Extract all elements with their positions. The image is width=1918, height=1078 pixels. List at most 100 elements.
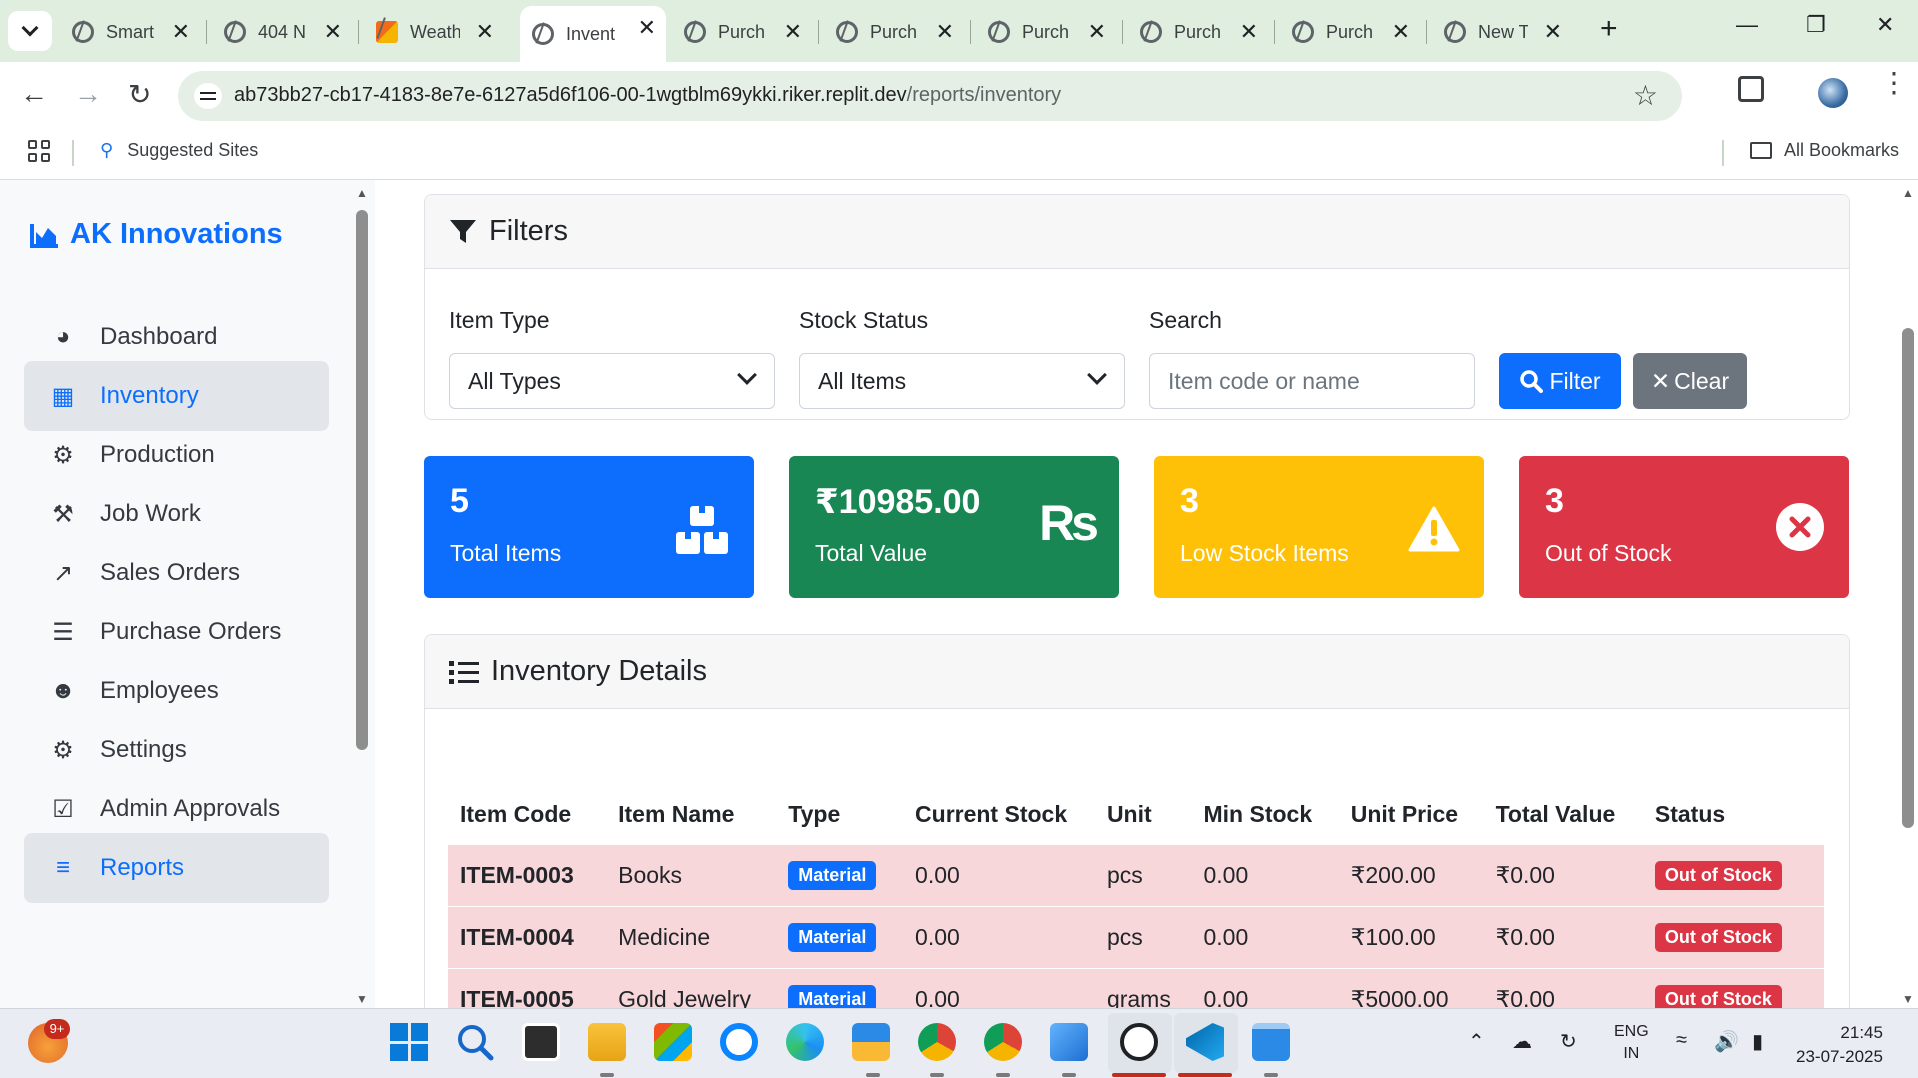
close-tab-icon[interactable]: ✕: [476, 19, 494, 45]
browser-tab[interactable]: Purch ✕: [672, 10, 812, 54]
browser-tab[interactable]: 404 N ✕: [212, 10, 352, 54]
language-indicator[interactable]: ENG IN: [1614, 1021, 1649, 1065]
scroll-down-icon[interactable]: ▼: [1902, 992, 1914, 1006]
wifi-icon[interactable]: ≈: [1676, 1029, 1687, 1052]
chrome-icon[interactable]: [918, 1023, 956, 1061]
list-icon: [449, 660, 479, 684]
notepad-icon[interactable]: [1252, 1023, 1290, 1061]
cell-total: ₹0.00: [1483, 843, 1643, 906]
sidebar-item-label: Production: [100, 441, 215, 468]
column-header[interactable]: Unit: [1095, 786, 1192, 844]
apps-grid-icon[interactable]: [28, 140, 50, 162]
browser-tab[interactable]: Purch ✕: [824, 10, 964, 54]
onedrive-icon[interactable]: ☁: [1512, 1029, 1532, 1054]
column-header[interactable]: Total Value: [1484, 786, 1643, 844]
table-row[interactable]: ITEM-0004 Medicine Material 0.00 pcs 0.00 ₹100…: [448, 905, 1824, 968]
browser-tab[interactable]: Purch ✕: [1128, 10, 1268, 54]
file-explorer-icon[interactable]: [588, 1023, 626, 1061]
store-icon[interactable]: [654, 1023, 692, 1061]
volume-icon[interactable]: 🔊: [1714, 1029, 1739, 1054]
new-tab-button[interactable]: +: [1600, 12, 1618, 46]
close-tab-icon[interactable]: ✕: [324, 19, 342, 45]
column-header[interactable]: Type: [776, 786, 903, 844]
task-view-icon[interactable]: [522, 1023, 560, 1061]
close-tab-icon[interactable]: ✕: [1088, 19, 1106, 45]
browser-tab[interactable]: Invent ✕: [520, 6, 666, 62]
page-scrollbar[interactable]: ▲ ▼: [1898, 180, 1918, 1008]
clock-date: 23-07-2025: [1796, 1047, 1883, 1066]
cell-min: 0.00: [1191, 905, 1339, 968]
scroll-up-icon[interactable]: ▲: [1902, 186, 1914, 200]
restore-button[interactable]: ❐: [1806, 12, 1826, 38]
bookmark-label: All Bookmarks: [1784, 140, 1900, 160]
clock[interactable]: 21:45 23-07-2025: [1796, 1021, 1883, 1069]
close-tab-icon[interactable]: ✕: [784, 19, 802, 45]
site-info-icon[interactable]: [194, 83, 222, 109]
reload-button[interactable]: ↻: [128, 78, 151, 111]
close-tab-icon[interactable]: ✕: [936, 19, 954, 45]
address-bar[interactable]: ab73bb27-cb17-4183-8e7e-6127a5d6f106-00-…: [178, 71, 1682, 121]
battery-icon[interactable]: ▮: [1752, 1029, 1763, 1054]
search-field[interactable]: [1149, 353, 1475, 409]
stock-status-select[interactable]: All Items: [799, 353, 1125, 409]
sidebar-scrollbar[interactable]: ▲ ▼: [354, 180, 370, 1008]
close-tab-icon[interactable]: ✕: [1544, 19, 1562, 45]
bookmark-suggested-sites[interactable]: ⚲ Suggested Sites: [100, 140, 258, 161]
browser-tab[interactable]: Smart ✕: [60, 10, 200, 54]
tab-search-button[interactable]: [8, 11, 52, 51]
show-hidden-icons[interactable]: ⌃: [1468, 1029, 1485, 1054]
menu-dots-icon[interactable]: ⋮: [1880, 69, 1908, 97]
close-tab-icon[interactable]: ✕: [1240, 19, 1258, 45]
back-button[interactable]: ←: [20, 78, 48, 110]
search-icon[interactable]: [456, 1023, 494, 1061]
sync-icon[interactable]: ↻: [1560, 1029, 1577, 1054]
type-badge: Material: [788, 923, 877, 952]
browser-tab[interactable]: New T ✕: [1432, 10, 1572, 54]
edge-icon[interactable]: [786, 1023, 824, 1061]
column-header[interactable]: Item Code: [448, 786, 606, 844]
table-row[interactable]: ITEM-0003 Books Material 0.00 pcs 0.00 ₹200.00…: [448, 843, 1824, 906]
clear-button[interactable]: ✕ Clear: [1633, 353, 1747, 409]
bookmark-star-icon[interactable]: ☆: [1633, 79, 1658, 112]
chrome-icon[interactable]: [984, 1023, 1022, 1061]
photos-icon[interactable]: [1050, 1023, 1088, 1061]
table-row[interactable]: ITEM-0005 Gold Jewelry Material 0.00 grams 0.…: [448, 967, 1824, 1008]
chatgpt-icon[interactable]: [1120, 1023, 1158, 1061]
forward-button[interactable]: →: [74, 78, 102, 110]
browser-tab[interactable]: Purch ✕: [1280, 10, 1420, 54]
filter-icon: [450, 219, 476, 243]
cell-type: Material: [776, 843, 904, 906]
all-bookmarks-button[interactable]: All Bookmarks: [1750, 140, 1899, 161]
scroll-down-icon[interactable]: ▼: [356, 992, 368, 1006]
close-tab-icon[interactable]: ✕: [638, 15, 656, 41]
cell-status: Out of Stock: [1642, 843, 1824, 906]
column-header[interactable]: Item Name: [606, 786, 776, 844]
browser-tab[interactable]: Weath ✕: [364, 10, 504, 54]
browser-tab[interactable]: Purch ✕: [976, 10, 1116, 54]
close-tab-icon[interactable]: ✕: [172, 19, 190, 45]
scrollbar-thumb[interactable]: [1902, 328, 1914, 828]
item-type-select[interactable]: All Types: [449, 353, 775, 409]
close-window-button[interactable]: ✕: [1876, 12, 1894, 38]
brand[interactable]: AK Innovations: [30, 218, 283, 251]
tab-title: Purch: [718, 21, 766, 42]
brand-name: AK Innovations: [70, 218, 283, 250]
column-header[interactable]: Min Stock: [1191, 786, 1338, 844]
column-header[interactable]: Current Stock: [903, 786, 1095, 844]
url-text[interactable]: ab73bb27-cb17-4183-8e7e-6127a5d6f106-00-…: [234, 84, 1061, 107]
scrollbar-thumb[interactable]: [356, 210, 368, 750]
filter-button[interactable]: Filter: [1499, 353, 1621, 409]
cortana-icon[interactable]: [720, 1023, 758, 1061]
profile-avatar[interactable]: [1818, 78, 1848, 108]
column-header[interactable]: Status: [1643, 786, 1824, 844]
sidebar-item-reports[interactable]: ≡ Reports: [24, 833, 329, 903]
app-icon[interactable]: [852, 1023, 890, 1061]
start-button[interactable]: [390, 1023, 428, 1061]
close-tab-icon[interactable]: ✕: [1392, 19, 1410, 45]
scroll-up-icon[interactable]: ▲: [356, 186, 368, 200]
minimize-button[interactable]: —: [1736, 12, 1758, 38]
stock-status-value: All Items: [818, 367, 907, 394]
column-header[interactable]: Unit Price: [1339, 786, 1484, 844]
extensions-icon[interactable]: [1738, 76, 1764, 102]
search-input[interactable]: [1168, 367, 1388, 395]
